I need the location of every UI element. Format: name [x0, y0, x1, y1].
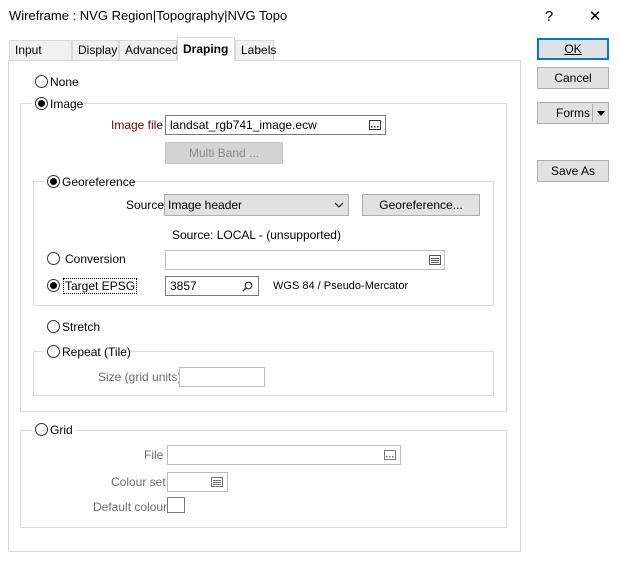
stretch-label: Stretch — [62, 320, 101, 334]
browse-file-icon[interactable] — [367, 117, 383, 133]
tab-input-data[interactable]: Input Data — [9, 40, 72, 76]
none-radio[interactable] — [35, 75, 48, 88]
georeference-label: Georeference — [62, 175, 136, 189]
conversion-input[interactable] — [165, 250, 445, 270]
none-label: None — [50, 75, 79, 89]
image-label: Image — [50, 97, 84, 111]
colour-list-icon[interactable] — [209, 475, 225, 489]
conversion-label: Conversion — [65, 252, 126, 266]
default-colour-swatch[interactable] — [167, 497, 185, 513]
image-file-input[interactable]: landsat_rgb741_image.ecw — [165, 115, 386, 135]
grid-radio[interactable] — [35, 423, 48, 436]
conversion-radio[interactable] — [47, 252, 60, 265]
source-select-value: Image header — [168, 198, 243, 212]
target-epsg-name: WGS 84 / Pseudo-Mercator — [273, 280, 409, 292]
size-input[interactable] — [179, 367, 265, 387]
search-icon[interactable] — [240, 279, 254, 293]
image-radio[interactable] — [35, 97, 48, 110]
close-button[interactable]: ✕ — [573, 0, 617, 32]
forms-button-label: Forms — [556, 106, 590, 120]
georeference-radio[interactable] — [47, 175, 60, 188]
tab-draping[interactable]: Draping — [177, 37, 235, 61]
target-epsg-label: Target EPSG — [62, 278, 138, 294]
ok-button-label: OK — [564, 42, 582, 56]
cancel-button[interactable]: Cancel — [537, 67, 609, 89]
tab-labels[interactable]: Labels — [235, 40, 276, 60]
repeat-label: Repeat (Tile) — [62, 345, 131, 359]
browse-grid-file-icon[interactable] — [382, 447, 398, 463]
forms-dropdown-icon[interactable] — [594, 104, 608, 122]
source-select[interactable]: Image header — [164, 194, 349, 216]
save-as-button[interactable]: Save As — [537, 160, 609, 182]
chevron-down-icon — [333, 198, 345, 212]
tab-advanced[interactable]: Advanced — [119, 40, 178, 60]
multi-band-button[interactable]: Multi Band ... — [165, 142, 283, 164]
ok-button[interactable]: OK — [537, 38, 609, 60]
help-button[interactable]: ? — [527, 0, 571, 32]
target-epsg-value: 3857 — [170, 279, 197, 293]
grid-label: Grid — [50, 423, 73, 437]
source-status: Source: LOCAL - (unsupported) — [172, 228, 341, 242]
file-input[interactable] — [167, 445, 401, 465]
list-browse-icon[interactable] — [427, 253, 443, 267]
image-file-label: Image file — [111, 118, 164, 132]
size-label: Size (grid units) — [98, 370, 182, 384]
repeat-radio[interactable] — [47, 345, 60, 358]
file-label: File — [144, 448, 164, 462]
window-title: Wireframe : NVG Region|Topography|NVG To… — [9, 8, 288, 23]
tab-display[interactable]: Display — [72, 40, 119, 60]
save-as-button-label: Save As — [550, 164, 596, 178]
default-colour-label: Default colour — [93, 500, 168, 514]
stretch-radio[interactable] — [47, 320, 60, 333]
georeference-button[interactable]: Georeference... — [362, 194, 480, 216]
target-epsg-radio[interactable] — [47, 279, 60, 292]
image-file-value: landsat_rgb741_image.ecw — [170, 118, 317, 132]
colour-set-label: Colour set — [111, 475, 166, 489]
source-label: Source — [126, 198, 165, 212]
cancel-button-label: Cancel — [554, 71, 592, 85]
